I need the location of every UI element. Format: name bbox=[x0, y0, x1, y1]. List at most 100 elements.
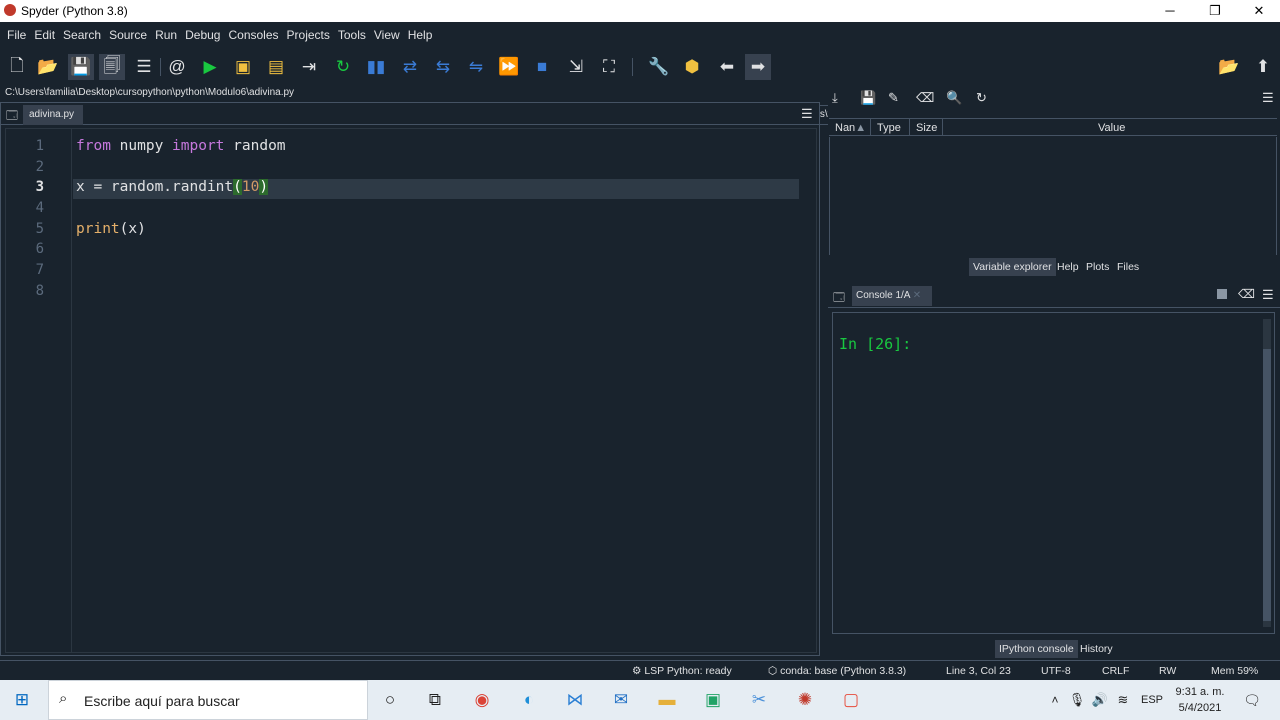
mail-icon[interactable]: ✉ bbox=[609, 688, 633, 712]
menu-debug[interactable]: Debug bbox=[181, 28, 224, 42]
menu-view[interactable]: View bbox=[370, 28, 404, 42]
run-cell-advance-icon[interactable]: ▤ bbox=[263, 54, 289, 80]
taskbar-clock[interactable]: 9:31 a. m. 5/4/2021 bbox=[1168, 684, 1232, 716]
code-line-3: x = random.randint(10) bbox=[76, 179, 269, 195]
continue-icon[interactable]: ⏩ bbox=[496, 54, 522, 80]
recorder-icon[interactable]: ▢ bbox=[839, 688, 863, 712]
pane-options-icon[interactable]: ☰ bbox=[1262, 90, 1274, 106]
spyder-taskbar-icon[interactable]: ✺ bbox=[793, 688, 817, 712]
ipython-console[interactable]: In [26]: bbox=[832, 312, 1275, 634]
tab-help[interactable]: Help bbox=[1053, 258, 1083, 276]
menu-source[interactable]: Source bbox=[105, 28, 151, 42]
list-icon[interactable]: ☰ bbox=[131, 54, 157, 80]
open-file-icon[interactable]: 📂 bbox=[35, 54, 61, 80]
maximize-button[interactable]: ❐ bbox=[1192, 0, 1238, 22]
line-number: 8 bbox=[35, 283, 44, 299]
taskbar-search[interactable]: ⌕ Escribe aquí para buscar bbox=[48, 680, 368, 720]
preferences-icon[interactable]: 🔧 bbox=[646, 54, 672, 80]
editor-options-icon[interactable]: ☰ bbox=[801, 106, 813, 122]
microphone-icon[interactable]: 🎙 bbox=[1065, 688, 1089, 712]
column-name[interactable]: Nan▲ bbox=[835, 122, 866, 134]
tab-ipython-console[interactable]: IPython console bbox=[995, 640, 1078, 658]
erase-icon[interactable]: ⌫ bbox=[916, 90, 934, 106]
console-options-icon[interactable]: ☰ bbox=[1262, 287, 1274, 303]
maximize-pane-icon[interactable]: ⇲ bbox=[563, 54, 589, 80]
menu-run[interactable]: Run bbox=[151, 28, 181, 42]
save-all-icon[interactable]: 🗐 bbox=[99, 54, 125, 80]
line-number: 1 bbox=[35, 138, 44, 154]
wifi-icon[interactable]: ≋ bbox=[1111, 688, 1135, 712]
forward-icon[interactable]: ➡ bbox=[745, 54, 771, 80]
save-data-icon[interactable]: 💾 bbox=[860, 90, 876, 106]
notifications-icon[interactable]: 🗨 bbox=[1240, 688, 1264, 712]
clock-date: 5/4/2021 bbox=[1178, 702, 1222, 714]
chevron-up-icon[interactable]: ˄ bbox=[1043, 688, 1067, 712]
step-icon[interactable]: ⇄ bbox=[397, 54, 423, 80]
step-into-icon[interactable]: ⇆ bbox=[430, 54, 456, 80]
browse-tabs-icon[interactable]: 🗔 bbox=[833, 289, 845, 308]
browse-folder-icon[interactable]: 📂 bbox=[1216, 54, 1242, 80]
new-file-icon[interactable]: 🗋 bbox=[4, 54, 30, 80]
back-icon[interactable]: ⬅ bbox=[714, 54, 740, 80]
fullscreen-icon[interactable]: ⛶ bbox=[596, 54, 622, 80]
column-size[interactable]: Size bbox=[916, 122, 937, 134]
status-bar: ⚙ LSP Python: ready ⬡ conda: base (Pytho… bbox=[0, 660, 1280, 680]
close-tab-icon: ✕ bbox=[912, 290, 922, 301]
refresh-icon[interactable]: ↻ bbox=[976, 90, 987, 106]
windows-taskbar: ⊞ ⌕ Escribe aquí para buscar ○ ⧉ ◉ ◐ ⋈ ✉… bbox=[0, 680, 1280, 720]
console-scrollbar-thumb[interactable] bbox=[1263, 349, 1271, 621]
run-cell-icon[interactable]: ▣ bbox=[230, 54, 256, 80]
clear-console-icon[interactable]: ⌫ bbox=[1238, 287, 1255, 301]
run-selection-icon[interactable]: ⇥ bbox=[296, 54, 322, 80]
menu-edit[interactable]: Edit bbox=[30, 28, 59, 42]
tab-files[interactable]: Files bbox=[1113, 258, 1143, 276]
at-icon[interactable]: @ bbox=[164, 54, 190, 80]
menu-projects[interactable]: Projects bbox=[283, 28, 334, 42]
menu-search[interactable]: Search bbox=[59, 28, 105, 42]
close-button[interactable]: ✕ bbox=[1236, 0, 1280, 22]
menu-file[interactable]: File bbox=[3, 28, 30, 42]
file-explorer-icon[interactable]: ▬ bbox=[655, 688, 679, 712]
tab-history[interactable]: History bbox=[1076, 640, 1117, 658]
column-type[interactable]: Type bbox=[877, 122, 901, 134]
volume-icon[interactable]: 🔊 bbox=[1088, 688, 1112, 712]
run-icon[interactable]: ▶ bbox=[197, 54, 223, 80]
parent-dir-icon[interactable]: ⬆ bbox=[1250, 54, 1276, 80]
variable-table-header: Nan▲ Type Size Value bbox=[829, 118, 1277, 136]
code-line-1: from numpy import random bbox=[76, 138, 286, 154]
line-number-current: 3 bbox=[35, 179, 44, 195]
camtasia-icon[interactable]: ▣ bbox=[701, 688, 725, 712]
import-data-icon[interactable]: ⤓ bbox=[832, 90, 838, 106]
save-as-icon[interactable]: ✎ bbox=[888, 90, 899, 106]
minimize-button[interactable]: ─ bbox=[1147, 0, 1193, 22]
tab-variable-explorer[interactable]: Variable explorer bbox=[969, 258, 1056, 276]
language-indicator[interactable]: ESP bbox=[1141, 694, 1163, 706]
interrupt-kernel-icon[interactable] bbox=[1217, 289, 1227, 299]
search-icon[interactable]: 🔍 bbox=[946, 90, 962, 106]
tab-console-1a[interactable]: Console 1/A ✕ bbox=[852, 286, 932, 306]
line-gutter: 1 2 3 4 5 6 7 8 bbox=[6, 129, 72, 652]
step-return-icon[interactable]: ⇋ bbox=[463, 54, 489, 80]
column-value[interactable]: Value bbox=[1098, 122, 1125, 134]
task-view-icon[interactable]: ⧉ bbox=[423, 688, 447, 712]
code-area[interactable]: 1 2 3 4 5 6 7 8 from numpy import random… bbox=[5, 128, 817, 653]
lsp-status: ⚙ LSP Python: ready bbox=[632, 665, 732, 677]
vscode-icon[interactable]: ⋈ bbox=[563, 688, 587, 712]
menu-consoles[interactable]: Consoles bbox=[224, 28, 282, 42]
save-icon[interactable]: 💾 bbox=[68, 54, 94, 80]
browse-tabs-icon[interactable]: 🗔 bbox=[6, 107, 18, 126]
menu-help[interactable]: Help bbox=[404, 28, 437, 42]
line-number: 5 bbox=[35, 221, 44, 237]
snip-icon[interactable]: ✂ bbox=[747, 688, 771, 712]
edge-icon[interactable]: ◐ bbox=[517, 688, 541, 712]
windows-start-icon[interactable]: ⊞ bbox=[10, 688, 34, 712]
python-path-icon[interactable]: ⬢ bbox=[679, 54, 705, 80]
stop-icon[interactable]: ■ bbox=[529, 54, 555, 80]
debug-icon[interactable]: ▮▮ bbox=[363, 54, 389, 80]
cortana-icon[interactable]: ○ bbox=[378, 688, 402, 712]
menu-tools[interactable]: Tools bbox=[334, 28, 370, 42]
chrome-icon[interactable]: ◉ bbox=[470, 688, 494, 712]
tab-plots[interactable]: Plots bbox=[1082, 258, 1113, 276]
rerun-icon[interactable]: ↻ bbox=[330, 54, 356, 80]
tab-adivina[interactable]: adivina.py bbox=[23, 105, 83, 125]
